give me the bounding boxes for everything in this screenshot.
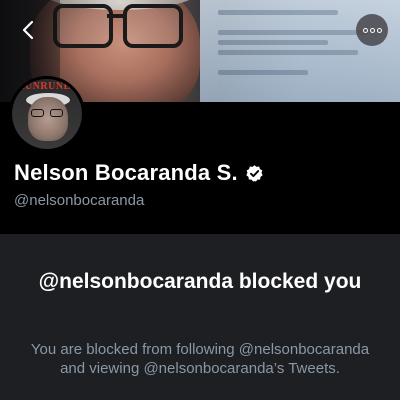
avatar-image: RUNRUNES (12, 79, 82, 149)
chevron-left-icon (22, 20, 34, 40)
back-button[interactable] (12, 14, 44, 46)
banner-glasses (45, 0, 185, 48)
blocked-title: @nelsonbocaranda blocked you (38, 270, 362, 293)
more-options-icon (362, 27, 368, 33)
blocked-description: You are blocked from following @nelsonbo… (30, 341, 370, 377)
more-options-button[interactable] (356, 14, 388, 46)
avatar-logo-text: RUNRUNES (17, 81, 77, 92)
name-row: Nelson Bocaranda S. (14, 160, 394, 186)
avatar-glasses (31, 109, 65, 117)
blocked-notice: @nelsonbocaranda blocked you You are blo… (0, 234, 400, 400)
avatar-face (28, 97, 68, 141)
profile-handle: @nelsonbocaranda (14, 192, 145, 209)
more-options-icon-dot (369, 27, 375, 33)
profile-page: RUNRUNES Nelson Bocaranda S. @nelsonboca… (0, 0, 400, 400)
profile-info: Nelson Bocaranda S. @nelsonbocaranda (14, 160, 394, 209)
avatar[interactable]: RUNRUNES (9, 76, 85, 152)
verified-badge-icon (245, 164, 264, 183)
more-options-icon-dot (376, 27, 382, 33)
profile-name: Nelson Bocaranda S. (14, 160, 238, 185)
